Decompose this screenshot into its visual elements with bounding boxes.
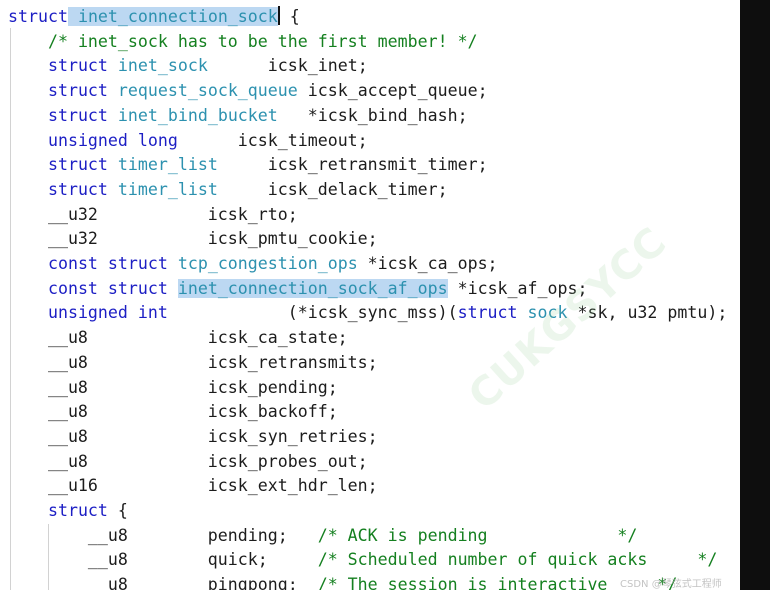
code-line[interactable]: __u8 quick; /* Scheduled number of quick… — [8, 548, 717, 572]
keyword-token: struct — [47, 105, 108, 125]
code-line[interactable]: __u16 icsk_ext_hdr_len; — [8, 474, 378, 498]
code-token: __u8 icsk_retransmits; — [8, 352, 378, 372]
code-token: { — [107, 501, 128, 520]
code-token: __u32 icsk_pmtu_cookie; — [8, 229, 378, 249]
code-token: *icsk_bind_hash; — [277, 105, 468, 125]
code-token: icsk_accept_queue; — [297, 81, 488, 101]
type-token: request_sock_queue — [117, 81, 298, 101]
keyword-token: unsigned int — [47, 303, 168, 323]
code-line[interactable]: struct inet_sock icsk_inet; — [8, 54, 368, 78]
code-token: __u8 icsk_syn_retries; — [8, 426, 378, 446]
code-line[interactable]: struct request_sock_queue icsk_accept_qu… — [8, 79, 488, 103]
code-token: __u8 icsk_pending; — [8, 377, 338, 397]
code-line[interactable]: unsigned int (*icsk_sync_mss)(struct soc… — [8, 301, 727, 325]
code-line[interactable]: /* inet_sock has to be the first member!… — [8, 30, 478, 54]
code-line[interactable]: struct inet_bind_bucket *icsk_bind_hash; — [8, 104, 468, 128]
csdn-watermark: CSDN @琴弦式工程师 — [620, 579, 722, 590]
comment-token: /* inet_sock has to be the first member!… — [47, 31, 478, 51]
selected-type-token: inet_connection_sock_af_ops — [177, 278, 448, 298]
type-token: inet_sock — [117, 56, 208, 76]
code-line[interactable]: __u8 icsk_ca_state; — [8, 326, 348, 350]
code-line[interactable]: struct timer_list icsk_retransmit_timer; — [8, 153, 488, 177]
code-line[interactable]: __u32 icsk_rto; — [8, 203, 298, 227]
code-editor[interactable]: struct inet_connection_sock { /* inet_so… — [0, 0, 740, 590]
code-line[interactable]: __u8 icsk_probes_out; — [8, 450, 368, 474]
keyword-token: struct — [47, 56, 108, 76]
code-line[interactable]: __u8 pingpong; /* The session is interac… — [8, 573, 677, 590]
selected-type-token: inet_connection_sock — [77, 7, 278, 26]
code-token: __u8 icsk_ca_state; — [8, 328, 348, 348]
comment-token: /* Scheduled number of quick acks */ — [317, 550, 718, 570]
code-token: *icsk_ca_ops; — [357, 254, 498, 273]
keyword-token: struct — [47, 501, 108, 520]
code-line[interactable]: __u8 icsk_backoff; — [8, 400, 338, 424]
code-token: __u8 icsk_probes_out; — [8, 451, 368, 471]
type-token: timer_list — [117, 179, 218, 199]
code-token: __u32 icsk_rto; — [8, 204, 298, 224]
comment-token: /* ACK is pending */ — [317, 525, 638, 545]
type-token: tcp_congestion_ops — [177, 254, 358, 273]
keyword-token: const struct — [47, 254, 168, 273]
code-line[interactable]: unsigned long icsk_timeout; — [8, 129, 368, 153]
keyword-token: struct — [8, 7, 68, 26]
keyword-token: const struct — [47, 278, 168, 298]
code-line[interactable]: __u8 icsk_retransmits; — [8, 351, 378, 375]
keyword-token: struct — [47, 179, 108, 199]
code-line[interactable]: struct { — [8, 499, 128, 523]
code-token: icsk_timeout; — [177, 130, 368, 150]
code-token: __u16 icsk_ext_hdr_len; — [8, 476, 378, 496]
code-token: __u8 quick; — [8, 550, 318, 570]
code-token: __u8 pending; — [8, 525, 318, 545]
keyword-token: struct — [47, 81, 108, 101]
code-line[interactable]: struct inet_connection_sock { — [8, 5, 300, 29]
code-line[interactable]: const struct inet_connection_sock_af_ops… — [8, 277, 587, 301]
code-line[interactable]: __u8 pending; /* ACK is pending */ — [8, 524, 637, 548]
code-token: icsk_inet; — [207, 56, 368, 76]
keyword-token: struct — [47, 155, 108, 175]
code-token: icsk_retransmit_timer; — [217, 155, 488, 175]
keyword-token: unsigned long — [47, 130, 178, 150]
keyword-token: struct — [457, 303, 518, 323]
code-token: (*icsk_sync_mss)( — [167, 303, 458, 323]
screenshot-root: struct inet_connection_sock { /* inet_so… — [0, 0, 770, 590]
type-token: inet_bind_bucket — [117, 105, 278, 125]
code-line[interactable]: __u32 icsk_pmtu_cookie; — [8, 227, 378, 251]
type-token: timer_list — [117, 155, 218, 175]
code-token: __u8 icsk_backoff; — [8, 402, 338, 422]
code-line[interactable]: struct timer_list icsk_delack_timer; — [8, 178, 448, 202]
code-token: icsk_delack_timer; — [217, 179, 448, 199]
selected-token — [67, 7, 78, 26]
code-line[interactable]: const struct tcp_congestion_ops *icsk_ca… — [8, 252, 498, 276]
code-token: __u8 pingpong; — [8, 575, 318, 590]
code-token: { — [279, 7, 300, 26]
dark-side-strip — [740, 0, 770, 590]
code-line[interactable]: __u8 icsk_pending; — [8, 376, 338, 400]
code-line[interactable]: __u8 icsk_syn_retries; — [8, 425, 378, 449]
